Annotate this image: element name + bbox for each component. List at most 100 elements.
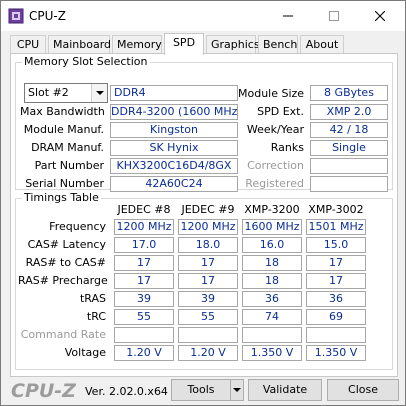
serial-number-label: Serial Number <box>25 177 104 190</box>
tools-button[interactable]: Tools <box>171 379 231 401</box>
tab-cpu[interactable]: CPU <box>10 35 46 54</box>
timings-cell: 17 <box>178 273 238 289</box>
timings-cell: 1200 MHz <box>114 219 174 235</box>
timings-cell: 1.350 V <box>306 345 366 361</box>
part-number-value: KHX3200C16D4/8GX <box>110 158 238 174</box>
timings-cell: 55 <box>114 309 174 325</box>
minimize-icon <box>283 15 293 17</box>
tab-spd[interactable]: SPD <box>164 33 204 55</box>
chevron-down-icon <box>96 91 104 95</box>
close-window-button[interactable] <box>357 1 403 31</box>
timings-cell: 15.0 <box>306 237 366 253</box>
module-size-value: 8 GBytes <box>310 85 388 101</box>
dram-manuf-label: DRAM Manuf. <box>31 141 104 154</box>
timings-cell: 1200 MHz <box>178 219 238 235</box>
module-manuf-value: Kingston <box>110 122 238 138</box>
timings-cell: 18.0 <box>178 237 238 253</box>
version-label: Ver. 2.02.0.x64 <box>85 385 168 398</box>
tab-bench[interactable]: Bench <box>258 35 298 54</box>
correction-label: Correction <box>247 159 304 172</box>
maximize-icon <box>329 11 339 21</box>
close-icon <box>374 10 386 22</box>
tab-about[interactable]: About <box>300 35 344 54</box>
memory-slot-group-title: Memory Slot Selection <box>22 55 150 69</box>
timings-cell: 69 <box>306 309 366 325</box>
timings-cell: 16.0 <box>242 237 302 253</box>
timings-cell: 1501 MHz <box>306 219 366 235</box>
ranks-label: Ranks <box>270 141 304 154</box>
module-manuf-label: Module Manuf. <box>23 123 104 136</box>
memory-type-field: DDR4 <box>110 85 238 101</box>
spd-ext-value: XMP 2.0 <box>310 104 388 120</box>
window-title: CPU-Z <box>29 9 66 23</box>
timings-cell <box>114 327 174 343</box>
timings-cell <box>178 327 238 343</box>
week-year-label: Week/Year <box>246 123 304 136</box>
dram-manuf-value: SK Hynix <box>110 140 238 156</box>
timings-group: Timings Table JEDEC #8 JEDEC #9 XMP-3200… <box>15 191 393 370</box>
timings-cell: 17 <box>178 255 238 271</box>
timings-row-label: tRAS <box>79 292 106 305</box>
timings-cell: 1.20 V <box>114 345 174 361</box>
tab-mainboard[interactable]: Mainboard <box>48 35 111 54</box>
timings-cell: 17 <box>114 273 174 289</box>
cpuz-app-icon <box>8 8 24 24</box>
timings-cell: 36 <box>242 291 302 307</box>
timings-row-label: RAS# to CAS# <box>25 256 106 269</box>
timings-cell: 18 <box>242 255 302 271</box>
timings-group-title: Timings Table <box>22 191 101 205</box>
timings-cell <box>242 327 302 343</box>
correction-value <box>310 158 388 174</box>
registered-label: Registered <box>245 177 304 190</box>
timings-cell: 17.0 <box>114 237 174 253</box>
timings-cell: 36 <box>306 291 366 307</box>
minimize-button[interactable] <box>265 1 311 31</box>
timings-cell: 39 <box>178 291 238 307</box>
max-bandwidth-label: Max Bandwidth <box>20 105 105 118</box>
chevron-down-icon <box>233 388 241 392</box>
timings-cell: 39 <box>114 291 174 307</box>
tools-dropdown-button[interactable] <box>230 379 244 401</box>
cpuz-window: CPU-Z CPU Mainboard Memory SPD Graphics … <box>0 0 406 406</box>
timings-row-label: Command Rate <box>20 328 106 341</box>
timings-row-label: RAS# Precharge <box>18 274 108 287</box>
tab-graphics[interactable]: Graphics <box>206 35 260 54</box>
cpuz-brand-logo: CPU-Z <box>11 380 76 402</box>
max-bandwidth-value: DDR4-3200 (1600 MHz) <box>110 104 238 120</box>
validate-button[interactable]: Validate <box>248 379 322 401</box>
slot-select-value: Slot #2 <box>28 86 69 99</box>
slot-select[interactable]: Slot #2 <box>24 83 108 103</box>
registered-value <box>310 176 388 192</box>
timings-cell <box>306 327 366 343</box>
timings-cell: 1600 MHz <box>242 219 302 235</box>
timings-col-header: JEDEC #9 <box>181 203 235 216</box>
timings-row-label: Frequency <box>49 220 106 233</box>
tab-memory[interactable]: Memory <box>112 35 162 54</box>
timings-cell: 74 <box>242 309 302 325</box>
timings-cell: 18 <box>242 273 302 289</box>
timings-cell: 17 <box>114 255 174 271</box>
ranks-value: Single <box>310 140 388 156</box>
timings-row-label: Voltage <box>64 346 106 359</box>
spd-panel: Memory Slot Selection Slot #2 DDR4 Max B… <box>10 53 398 377</box>
timings-col-header: JEDEC #8 <box>117 203 171 216</box>
timings-cell: 1.20 V <box>178 345 238 361</box>
timings-cell: 17 <box>306 273 366 289</box>
week-year-value: 42 / 18 <box>310 122 388 138</box>
timings-cell: 17 <box>306 255 366 271</box>
timings-cell: 55 <box>178 309 238 325</box>
module-size-label: Module Size <box>238 87 305 100</box>
timings-row-label: CAS# Latency <box>27 238 106 251</box>
timings-cell: 1.350 V <box>242 345 302 361</box>
part-number-label: Part Number <box>34 159 104 172</box>
spd-ext-label: SPD Ext. <box>257 105 304 118</box>
maximize-button[interactable] <box>311 1 357 31</box>
close-button[interactable]: Close <box>327 379 399 401</box>
memory-slot-group: Memory Slot Selection Slot #2 DDR4 Max B… <box>15 55 393 192</box>
title-bar[interactable]: CPU-Z <box>1 1 405 31</box>
slot-select-arrow[interactable] <box>91 84 107 102</box>
timings-col-header: XMP-3002 <box>308 203 364 216</box>
timings-row-label: tRC <box>86 310 106 323</box>
serial-number-value: 42A60C24 <box>110 176 238 192</box>
timings-col-header: XMP-3200 <box>244 203 300 216</box>
